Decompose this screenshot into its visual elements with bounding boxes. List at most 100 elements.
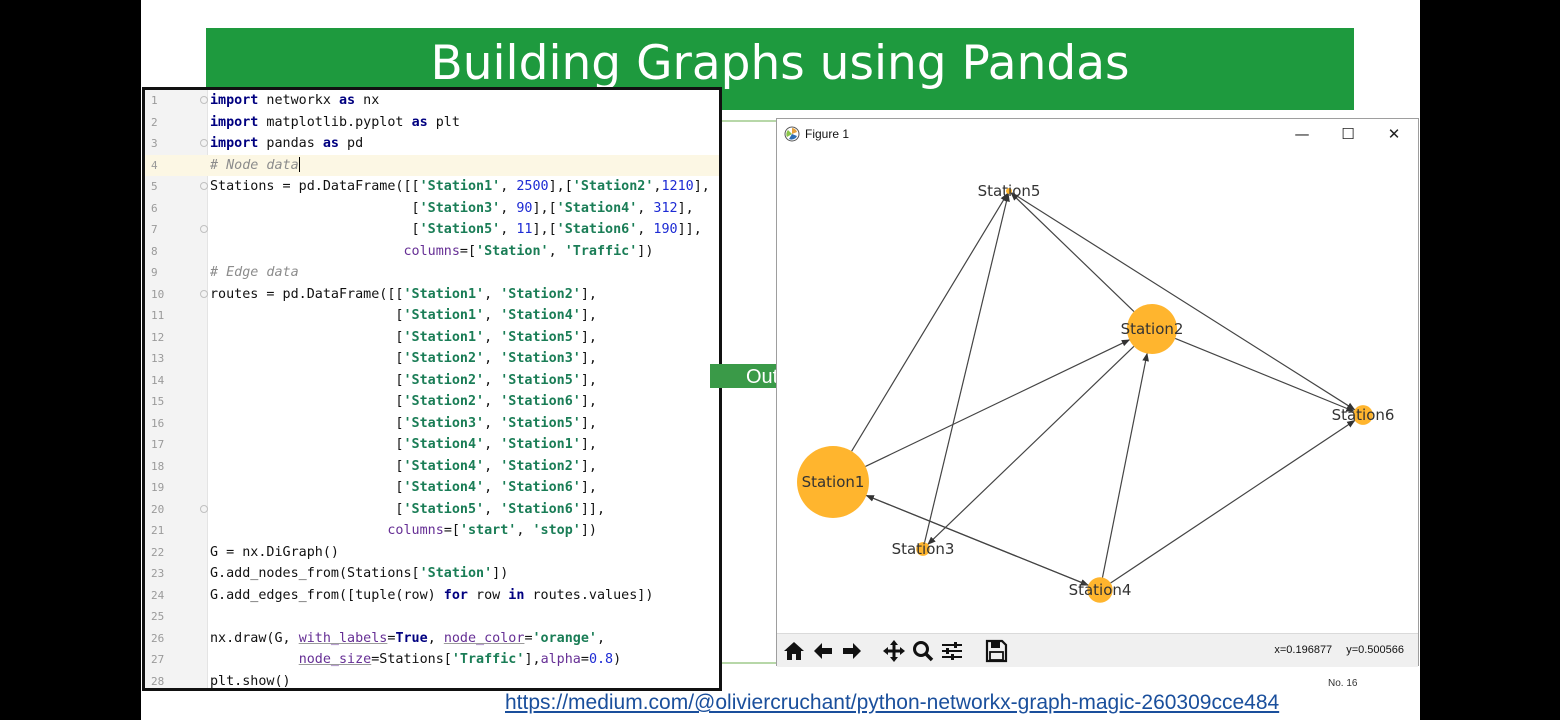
edge-station2-station3 bbox=[927, 345, 1135, 545]
line-number: 3 bbox=[151, 137, 158, 150]
code-line[interactable]: 27 node_size=Stations['Traffic'],alpha=0… bbox=[145, 649, 719, 671]
fold-icon[interactable] bbox=[200, 182, 208, 190]
divider-line bbox=[716, 120, 780, 122]
divider-line bbox=[716, 662, 780, 664]
code-line[interactable]: 22 G = nx.DiGraph() bbox=[145, 542, 719, 564]
code-editor[interactable]: 1 import networkx as nx 2 import matplotli… bbox=[142, 87, 722, 691]
code-line[interactable]: 3 import pandas as pd bbox=[145, 133, 719, 155]
node-label: Station2 bbox=[1121, 320, 1184, 338]
fold-icon[interactable] bbox=[200, 289, 208, 298]
code-line[interactable]: 6 ['Station3', 90],['Station4', 312], bbox=[145, 198, 719, 220]
line-number: 11 bbox=[151, 309, 165, 322]
line-number: 26 bbox=[151, 631, 165, 645]
line-number: 12 bbox=[151, 330, 165, 344]
code-line[interactable]: 9 # Edge data bbox=[145, 262, 719, 284]
home-icon[interactable] bbox=[781, 638, 807, 664]
line-number: 1 bbox=[151, 94, 158, 107]
source-link[interactable]: https://medium.com/@oliviercruchant/pyth… bbox=[505, 691, 1279, 715]
fold-icon[interactable] bbox=[200, 225, 208, 233]
node-label: Station3 bbox=[892, 540, 955, 558]
edge-station4-station2 bbox=[1101, 352, 1149, 578]
edge-station2-station6 bbox=[1174, 337, 1355, 412]
line-number: 9 bbox=[151, 266, 158, 279]
code-line[interactable]: 7 ['Station5', 11],['Station6', 190]], bbox=[145, 219, 719, 241]
figure-window[interactable]: Figure 1 — ☐ ✕ Station5 Station2 Station6 S… bbox=[776, 118, 1419, 667]
line-number: 5 bbox=[151, 180, 158, 193]
line-number: 22 bbox=[151, 545, 165, 559]
code-line[interactable]: 28 plt.show() bbox=[145, 671, 719, 689]
line-number: 18 bbox=[151, 459, 165, 473]
line-number: 2 bbox=[151, 115, 158, 129]
cursor-coordinates: x=0.196877 y=0.500566 bbox=[1260, 644, 1404, 656]
code-line[interactable]: 10 routes = pd.DataFrame([['Station1', 'S… bbox=[145, 284, 719, 306]
fold-icon[interactable] bbox=[200, 139, 208, 147]
line-number: 19 bbox=[151, 481, 165, 494]
line-number: 28 bbox=[151, 674, 165, 688]
code-line[interactable]: 23 G.add_nodes_from(Stations['Station']) bbox=[145, 563, 719, 585]
line-number: 27 bbox=[151, 653, 165, 666]
code-line[interactable]: 1 import networkx as nx bbox=[145, 90, 719, 112]
line-number: 24 bbox=[151, 588, 165, 602]
edge-station1-station2 bbox=[865, 339, 1131, 467]
code-line[interactable]: 25 bbox=[145, 606, 719, 628]
close-button[interactable]: ✕ bbox=[1371, 121, 1417, 147]
code-line[interactable]: 13 ['Station2', 'Station3'], bbox=[145, 348, 719, 370]
edges-layer bbox=[851, 192, 1356, 586]
maximize-button[interactable]: ☐ bbox=[1325, 121, 1371, 147]
edge-station1-station5 bbox=[851, 192, 1008, 452]
line-number: 7 bbox=[151, 223, 158, 236]
node-label: Station1 bbox=[802, 473, 865, 491]
code-line[interactable]: 11 ['Station1', 'Station4'], bbox=[145, 305, 719, 327]
code-line[interactable]: 17 ['Station4', 'Station1'], bbox=[145, 434, 719, 456]
minimize-button[interactable]: — bbox=[1279, 121, 1325, 147]
line-number: 8 bbox=[151, 244, 158, 258]
node-label: Station5 bbox=[978, 182, 1041, 200]
window-titlebar[interactable]: Figure 1 — ☐ ✕ bbox=[777, 119, 1418, 149]
code-line-current[interactable]: 4 # Node data bbox=[145, 154, 719, 176]
matplotlib-app-icon bbox=[784, 126, 800, 142]
node-label: Station6 bbox=[1332, 406, 1395, 424]
code-line[interactable]: 21 columns=['start', 'stop']) bbox=[145, 520, 719, 542]
configure-icon[interactable] bbox=[939, 638, 965, 664]
code-line[interactable]: 24 G.add_edges_from([tuple(row) for row i… bbox=[145, 585, 719, 607]
figure-toolbar: x=0.196877 y=0.500566 bbox=[777, 633, 1418, 667]
line-number: 17 bbox=[151, 438, 165, 451]
line-number: 23 bbox=[151, 567, 165, 580]
line-number: 6 bbox=[151, 201, 158, 215]
y-coordinate: y=0.500566 bbox=[1346, 644, 1404, 656]
forward-icon[interactable] bbox=[839, 638, 865, 664]
slide-number: No. 16 bbox=[1328, 678, 1358, 689]
code-line[interactable]: 2 import matplotlib.pyplot as plt bbox=[145, 112, 719, 134]
text-cursor bbox=[298, 157, 300, 172]
code-line[interactable]: 18 ['Station4', 'Station2'], bbox=[145, 456, 719, 478]
code-line[interactable]: 26 nx.draw(G, with_labels=True, node_colo… bbox=[145, 628, 719, 650]
fold-icon[interactable] bbox=[200, 504, 208, 513]
zoom-icon[interactable] bbox=[910, 638, 936, 664]
node-label: Station4 bbox=[1069, 581, 1132, 599]
line-number: 20 bbox=[151, 502, 165, 516]
fold-icon[interactable] bbox=[200, 96, 208, 104]
line-number: 4 bbox=[151, 158, 158, 172]
window-title: Figure 1 bbox=[805, 127, 850, 141]
save-icon[interactable] bbox=[983, 638, 1009, 664]
pan-icon[interactable] bbox=[881, 638, 907, 664]
code-line[interactable]: 8 columns=['Station', 'Traffic']) bbox=[145, 241, 719, 263]
code-line[interactable]: 12 ['Station1', 'Station5'], bbox=[145, 327, 719, 349]
line-number: 21 bbox=[151, 524, 165, 537]
edge-station2-station5 bbox=[1010, 192, 1135, 313]
code-line[interactable]: 14 ['Station2', 'Station5'], bbox=[145, 370, 719, 392]
x-coordinate: x=0.196877 bbox=[1274, 644, 1333, 656]
code-line[interactable]: 19 ['Station4', 'Station6'], bbox=[145, 477, 719, 499]
line-number: 16 bbox=[151, 416, 165, 430]
back-icon[interactable] bbox=[810, 638, 836, 664]
line-number: 25 bbox=[151, 610, 165, 623]
code-line[interactable]: 20 ['Station5', 'Station6']], bbox=[145, 499, 719, 521]
line-number: 10 bbox=[151, 287, 165, 301]
line-number: 15 bbox=[151, 395, 165, 408]
code-line[interactable]: 16 ['Station3', 'Station5'], bbox=[145, 413, 719, 435]
line-number: 14 bbox=[151, 373, 165, 387]
code-line[interactable]: 15 ['Station2', 'Station6'], bbox=[145, 391, 719, 413]
code-line[interactable]: 5 Stations = pd.DataFrame([['Station1', 2… bbox=[145, 176, 719, 198]
edge-station5-station6 bbox=[1011, 192, 1356, 411]
graph-canvas[interactable]: Station5 Station2 Station6 Station1 Station3… bbox=[777, 149, 1418, 633]
